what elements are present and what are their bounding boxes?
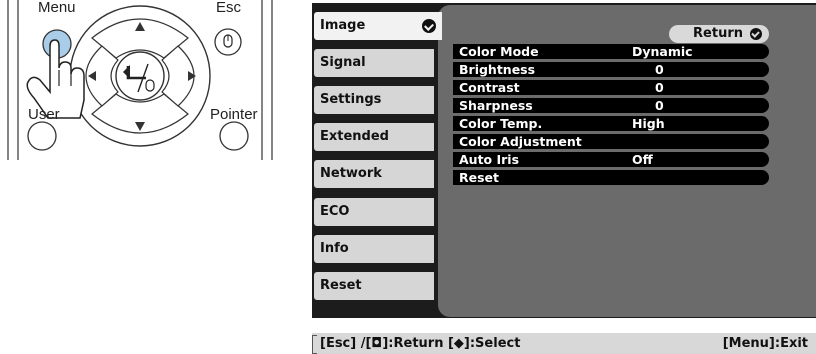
tab-info[interactable]: Info	[314, 235, 434, 263]
tab-eco[interactable]: ECO	[314, 198, 434, 226]
setting-sharpness[interactable]: Sharpness 0	[453, 98, 769, 113]
remote-control-illustration: Menu Esc User Pointer	[0, 0, 280, 165]
tab-label: Reset	[320, 278, 362, 293]
esc-button-label: Esc	[216, 0, 242, 16]
tab-image[interactable]: Image	[314, 12, 442, 40]
tab-extended[interactable]: Extended	[314, 123, 434, 151]
tab-settings[interactable]: Settings	[314, 86, 434, 114]
enter-icon	[422, 19, 436, 33]
return-button-label: Return	[693, 26, 743, 41]
setting-value: High	[632, 116, 665, 131]
tab-label: Settings	[320, 92, 382, 107]
setting-value: 0	[655, 62, 664, 77]
setting-color-temp[interactable]: Color Temp. High	[453, 116, 769, 131]
tab-label: Image	[320, 18, 366, 33]
enter-icon	[750, 28, 762, 40]
setting-color-mode[interactable]: Color Mode Dynamic	[453, 44, 769, 59]
setting-label: Contrast	[459, 80, 520, 95]
setting-label: Reset	[459, 170, 499, 185]
tab-label: Network	[320, 166, 382, 181]
user-button-label: User	[28, 106, 60, 123]
image-settings-list: Color Mode Dynamic Brightness 0 Contrast…	[453, 44, 769, 188]
setting-brightness[interactable]: Brightness 0	[453, 62, 769, 77]
setting-color-adjustment[interactable]: Color Adjustment	[453, 134, 769, 149]
tab-signal[interactable]: Signal	[314, 49, 434, 77]
tab-network[interactable]: Network	[314, 160, 434, 188]
setting-value: Off	[632, 152, 653, 167]
setting-label: Auto Iris	[459, 152, 520, 167]
return-button[interactable]: Return	[669, 25, 769, 43]
setting-label: Color Adjustment	[459, 134, 582, 149]
tab-label: Info	[320, 241, 349, 256]
status-bar-edge	[312, 335, 317, 354]
setting-label: Color Mode	[459, 44, 539, 59]
status-hint-exit: [Menu]:Exit	[722, 336, 808, 351]
setting-label: Brightness	[459, 62, 536, 77]
tab-reset[interactable]: Reset	[314, 272, 434, 300]
menu-button-label: Menu	[38, 0, 76, 16]
setting-label: Sharpness	[459, 98, 533, 113]
status-hint-left: [Esc] /[◘]:Return [◆]:Select	[320, 336, 521, 351]
tab-label: Signal	[320, 55, 366, 70]
setting-auto-iris[interactable]: Auto Iris Off	[453, 152, 769, 167]
status-bar: [Esc] /[◘]:Return [◆]:Select [Menu]:Exit	[312, 333, 816, 354]
setting-value: 0	[655, 98, 664, 113]
setting-contrast[interactable]: Contrast 0	[453, 80, 769, 95]
setting-label: Color Temp.	[459, 116, 543, 131]
setting-reset[interactable]: Reset	[453, 170, 769, 185]
pointer-button-label: Pointer	[210, 106, 258, 123]
setting-value: 0	[655, 80, 664, 95]
setting-value: Dynamic	[632, 44, 693, 59]
tab-label: ECO	[320, 204, 350, 219]
tab-label: Extended	[320, 129, 389, 144]
remote-control-drawing	[7, 0, 273, 160]
